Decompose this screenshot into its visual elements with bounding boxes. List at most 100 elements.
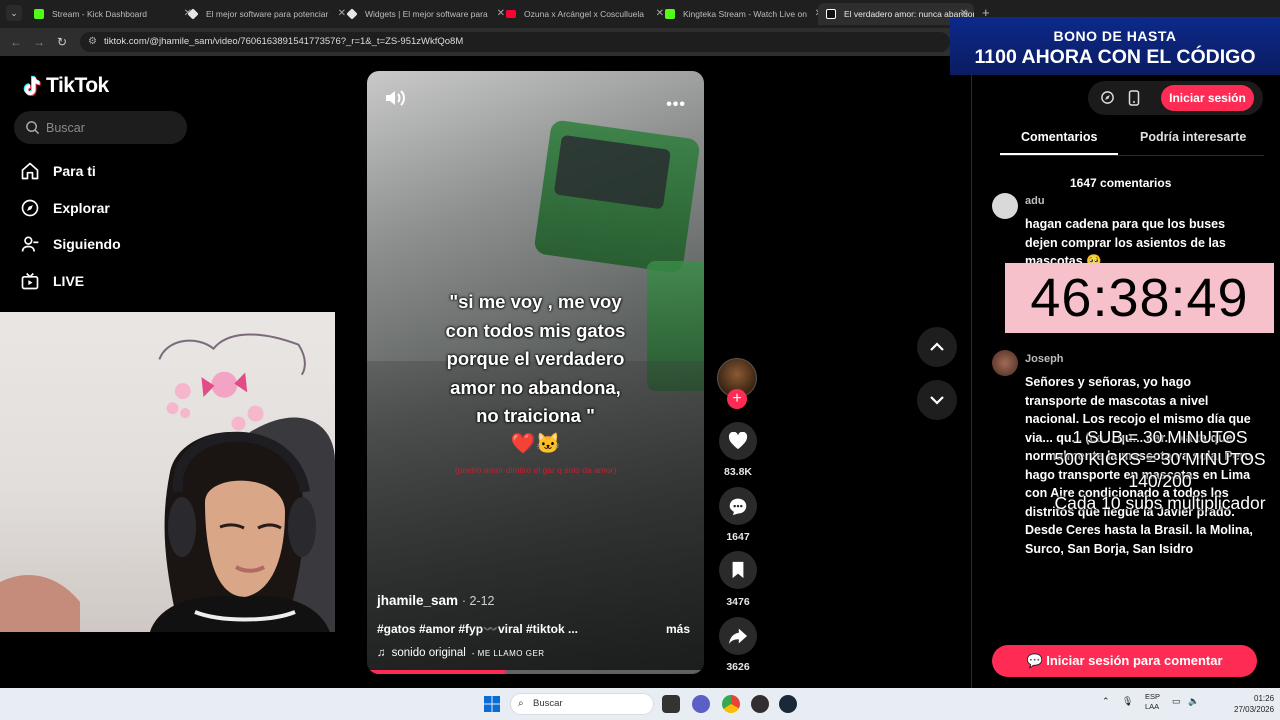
comment-icon — [729, 498, 747, 515]
compass-icon[interactable] — [1100, 90, 1115, 105]
clock-date: 27/03/2026 — [1234, 705, 1275, 714]
tab-software-1[interactable]: El mejor software para potenciar ✕ — [180, 3, 352, 25]
login-to-comment-button[interactable]: 💬 Iniciar sesión para comentar — [992, 645, 1257, 677]
subathon-timer: 46:38:49 — [1005, 263, 1274, 333]
network-icon[interactable]: ▭ — [1172, 696, 1181, 707]
tab-kingteka[interactable]: Kingteka Stream - Watch Live on ✕ — [657, 3, 829, 25]
steam-icon[interactable] — [779, 695, 797, 713]
like-button[interactable] — [719, 422, 757, 460]
share-count: 3626 — [726, 661, 750, 673]
device-icon[interactable] — [1128, 90, 1140, 106]
forward-icon[interactable]: → — [33, 35, 45, 49]
youtube-icon — [506, 10, 516, 18]
search-input[interactable] — [46, 111, 176, 144]
previous-video-button[interactable] — [917, 327, 957, 367]
multiplier-rule: Cada 10 subs multiplicador — [1054, 493, 1266, 513]
nav-live[interactable]: LIVE — [20, 269, 84, 293]
bono-banner: BONO DE HASTA 1100 AHORA CON EL CÓDIGO — [950, 17, 1280, 75]
video-emoji-overlay: ❤️🐱 — [510, 433, 561, 455]
discord-icon[interactable] — [692, 695, 710, 713]
lang-layout: LAA — [1145, 702, 1160, 711]
tiktok-logo[interactable]: TikTok — [20, 74, 109, 98]
chevron-up-icon — [930, 342, 944, 351]
tab-youtube[interactable]: Ozuna x Arcángel x Cosculluela ✕ — [498, 3, 670, 25]
comment-username[interactable]: adu — [1025, 195, 1045, 207]
windows-taskbar: ⌕ Buscar ⌃ 🎙 ESP LAA ▭ 🔈 01:26 27/03/202… — [0, 688, 1280, 720]
tab-comments[interactable]: Comentarios — [1021, 130, 1097, 144]
reload-icon[interactable]: ↻ — [57, 35, 67, 49]
file-explorer-icon[interactable] — [662, 695, 680, 713]
video-hashtags[interactable]: #gatos #amor #fyp〰️viral #tiktok ... — [377, 622, 578, 636]
url-text: tiktok.com/@jhamile_sam/video/7606163891… — [104, 36, 464, 47]
tray-chevron-icon[interactable]: ⌃ — [1102, 696, 1110, 707]
video-date: 2-12 — [469, 594, 495, 608]
screen: ⌄ Stream - Kick Dashboard ✕ El mejor sof… — [0, 0, 1280, 720]
share-icon — [729, 628, 747, 645]
nav-label: LIVE — [53, 273, 85, 289]
follow-plus-icon[interactable]: + — [727, 389, 747, 409]
sound-artist: - ME LLAMO GER — [471, 648, 545, 658]
more-options-icon[interactable]: ••• — [666, 96, 686, 114]
search-box — [14, 111, 187, 144]
following-icon — [21, 236, 39, 252]
save-button[interactable] — [719, 551, 757, 589]
video-sound[interactable]: ♫ sonido original - ME LLAMO GER — [377, 647, 545, 659]
video-author[interactable]: jhamile_sam · 2-12 — [377, 593, 494, 608]
nav-siguiendo[interactable]: Siguiendo — [20, 232, 121, 256]
bookmark-icon — [732, 561, 744, 579]
volume-tray-icon[interactable]: 🔈 — [1188, 696, 1199, 707]
logo-text: TikTok — [46, 74, 109, 97]
video-red-text: (pnetro amor dimitro el gar q solo da am… — [454, 465, 617, 475]
nav-para-ti[interactable]: Para ti — [20, 159, 96, 183]
home-icon — [21, 162, 39, 180]
language-indicator[interactable]: ESP LAA — [1145, 692, 1160, 712]
nav-label: Para ti — [53, 163, 96, 179]
volume-icon[interactable] — [384, 88, 406, 108]
comment-avatar[interactable] — [992, 350, 1018, 376]
compass-icon — [21, 199, 39, 217]
login-to-comment-label: Iniciar sesión para comentar — [1046, 653, 1223, 668]
comment-avatar[interactable] — [992, 193, 1018, 219]
share-button[interactable] — [719, 617, 757, 655]
chrome-icon[interactable] — [722, 695, 740, 713]
windows-start-icon[interactable] — [484, 696, 500, 712]
comment-text: hagan cadena para que los buses dejen co… — [1025, 217, 1226, 265]
bus-image — [533, 119, 701, 274]
tab-kick-dashboard[interactable]: Stream - Kick Dashboard ✕ — [26, 3, 198, 25]
comment-button[interactable] — [719, 487, 757, 525]
nav-label: Explorar — [53, 200, 110, 216]
tab-search-button[interactable]: ⌄ — [6, 5, 22, 21]
video-progress-bar[interactable] — [367, 670, 704, 674]
author-name[interactable]: jhamile_sam — [377, 593, 458, 608]
tiktok-icon — [826, 9, 836, 19]
url-field[interactable]: ⚙ tiktok.com/@jhamile_sam/video/76061638… — [80, 32, 950, 52]
clock-time: 01:26 — [1254, 694, 1275, 703]
sound-label: sonido original — [391, 647, 466, 659]
comment-count-heading: 1647 comentarios — [1070, 176, 1172, 190]
taskbar-search[interactable]: ⌕ Buscar — [510, 693, 654, 715]
site-info-icon[interactable]: ⚙ — [88, 32, 97, 52]
tab-title: Stream - Kick Dashboard — [52, 9, 147, 19]
bono-line-2: 1100 AHORA CON EL CÓDIGO — [974, 46, 1256, 68]
tiktok-logo-icon — [23, 75, 41, 97]
back-icon[interactable]: ← — [10, 35, 22, 49]
obs-icon[interactable] — [751, 695, 769, 713]
more-link[interactable]: más — [666, 622, 690, 636]
nav-explorar[interactable]: Explorar — [20, 196, 110, 220]
tab-line — [1000, 155, 1264, 156]
system-clock[interactable]: 01:26 27/03/2026 — [1234, 693, 1274, 715]
like-count: 83.8K — [723, 466, 753, 478]
video-progress-fill — [367, 670, 506, 674]
next-video-button[interactable] — [917, 380, 957, 420]
nav-label: Siguiendo — [53, 236, 121, 252]
video-player[interactable]: ••• "si me voy , me voy con todos mis ga… — [367, 71, 704, 674]
kicks-rule: 500 KICKS = 30 MINUTOS — [1054, 449, 1266, 469]
login-button[interactable]: Iniciar sesión — [1161, 85, 1254, 111]
search-icon — [26, 121, 40, 135]
webcam-overlay — [0, 312, 335, 632]
tab-podria-interesarte[interactable]: Podría interesarte — [1140, 130, 1246, 144]
comment-username[interactable]: Joseph — [1025, 353, 1064, 365]
tab-widgets[interactable]: Widgets | El mejor software para ✕ — [339, 3, 511, 25]
microphone-icon[interactable]: 🎙 — [1122, 696, 1133, 707]
sub-rule: 1 SUB = 30 MINUTOS — [1072, 427, 1248, 447]
